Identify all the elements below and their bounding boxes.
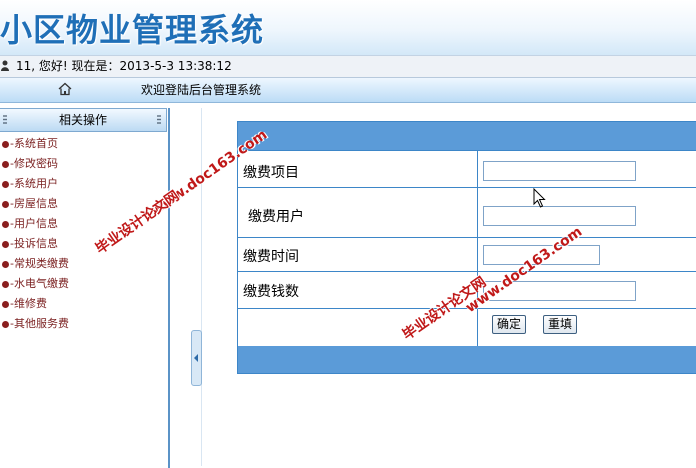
bullet-icon xyxy=(2,301,9,308)
form-row-time: 缴费时间 xyxy=(238,237,696,272)
user-label: 缴费用户 xyxy=(248,209,304,225)
sidebar-collapse-toggle[interactable] xyxy=(191,330,202,386)
sidebar-item-label: -维修费 xyxy=(10,297,47,310)
sidebar-item-label: -房屋信息 xyxy=(10,197,58,210)
bullet-icon xyxy=(2,181,9,188)
content-divider xyxy=(201,108,202,466)
confirm-button[interactable]: 确定 xyxy=(492,315,527,334)
form-label-cell: 缴费钱数 xyxy=(238,272,478,309)
time-label: 缴费时间 xyxy=(243,249,299,265)
user-greeting: 11, 您好! 现在是：2013-5-3 13:38:12 xyxy=(16,59,232,73)
bullet-icon xyxy=(2,161,9,168)
user-icon xyxy=(1,60,9,71)
sidebar-item-repair-fees[interactable]: -维修费 xyxy=(0,294,69,314)
bullet-icon xyxy=(2,241,9,248)
form-row-amount: 缴费钱数 xyxy=(238,271,696,309)
form-row-user: 缴费用户 xyxy=(238,187,696,238)
form-header-bar xyxy=(238,122,696,150)
bullet-icon xyxy=(2,141,9,148)
form-footer-bar xyxy=(238,346,696,373)
bullet-icon xyxy=(2,201,9,208)
sidebar-item-change-password[interactable]: -修改密码 xyxy=(0,154,69,174)
mouse-cursor-icon xyxy=(533,188,546,208)
form-row-item: 缴费项目 xyxy=(238,150,696,188)
bullet-icon xyxy=(2,281,9,288)
bullet-icon xyxy=(2,261,9,268)
home-icon[interactable] xyxy=(58,82,72,96)
sidebar-item-complaints[interactable]: -投诉信息 xyxy=(0,234,69,254)
item-label: 缴费项目 xyxy=(243,165,299,181)
grip-dots-icon xyxy=(3,115,7,124)
user-input[interactable] xyxy=(483,206,636,226)
sidebar-item-label: -常规类缴费 xyxy=(10,257,69,270)
payment-form: 缴费项目 缴费用户 缴费时间 缴费钱数 确定 重填 xyxy=(237,121,696,374)
welcome-text: 欢迎登陆后台管理系统 xyxy=(141,83,262,97)
sidebar-item-home[interactable]: -系统首页 xyxy=(0,134,69,154)
sidebar-menu: -系统首页 -修改密码 -系统用户 -房屋信息 -用户信息 -投诉信息 -常规类… xyxy=(0,134,69,334)
item-input[interactable] xyxy=(483,161,636,181)
bullet-icon xyxy=(2,221,9,228)
sidebar-item-label: -投诉信息 xyxy=(10,237,58,250)
sidebar-item-other-service-fees[interactable]: -其他服务费 xyxy=(0,314,69,334)
app-title: 小区物业管理系统 xyxy=(0,11,265,49)
amount-input[interactable] xyxy=(483,281,636,301)
form-label-cell xyxy=(238,309,478,347)
sidebar-item-user-info[interactable]: -用户信息 xyxy=(0,214,69,234)
sidebar-item-label: -修改密码 xyxy=(10,157,58,170)
sidebar-header: 相关操作 xyxy=(0,108,167,132)
top-nav-bar: 欢迎登陆后台管理系统 xyxy=(0,78,696,103)
sidebar-item-label: -系统首页 xyxy=(10,137,58,150)
sidebar-item-label: -水电气缴费 xyxy=(10,277,69,290)
sidebar-item-utility-fees[interactable]: -水电气缴费 xyxy=(0,274,69,294)
user-status-bar: 11, 您好! 现在是：2013-5-3 13:38:12 xyxy=(0,55,696,78)
sidebar: 相关操作 -系统首页 -修改密码 -系统用户 -房屋信息 -用户信息 -投诉信息… xyxy=(0,108,170,468)
form-label-cell: 缴费项目 xyxy=(238,151,478,188)
grip-dots-icon xyxy=(157,115,161,124)
sidebar-item-label: -其他服务费 xyxy=(10,317,69,330)
form-label-cell: 缴费用户 xyxy=(238,188,478,238)
reset-button[interactable]: 重填 xyxy=(543,315,578,334)
time-input[interactable] xyxy=(483,245,600,265)
form-row-actions: 确定 重填 xyxy=(238,308,696,347)
header-banner: 小区物业管理系统 xyxy=(0,0,696,55)
sidebar-item-regular-fees[interactable]: -常规类缴费 xyxy=(0,254,69,274)
sidebar-item-system-users[interactable]: -系统用户 xyxy=(0,174,69,194)
form-label-cell: 缴费时间 xyxy=(238,238,478,272)
sidebar-item-house-info[interactable]: -房屋信息 xyxy=(0,194,69,214)
chevron-left-icon xyxy=(194,354,198,362)
amount-label: 缴费钱数 xyxy=(243,284,299,300)
sidebar-item-label: -用户信息 xyxy=(10,217,58,230)
bullet-icon xyxy=(2,321,9,328)
sidebar-item-label: -系统用户 xyxy=(10,177,58,190)
sidebar-title: 相关操作 xyxy=(58,113,107,127)
